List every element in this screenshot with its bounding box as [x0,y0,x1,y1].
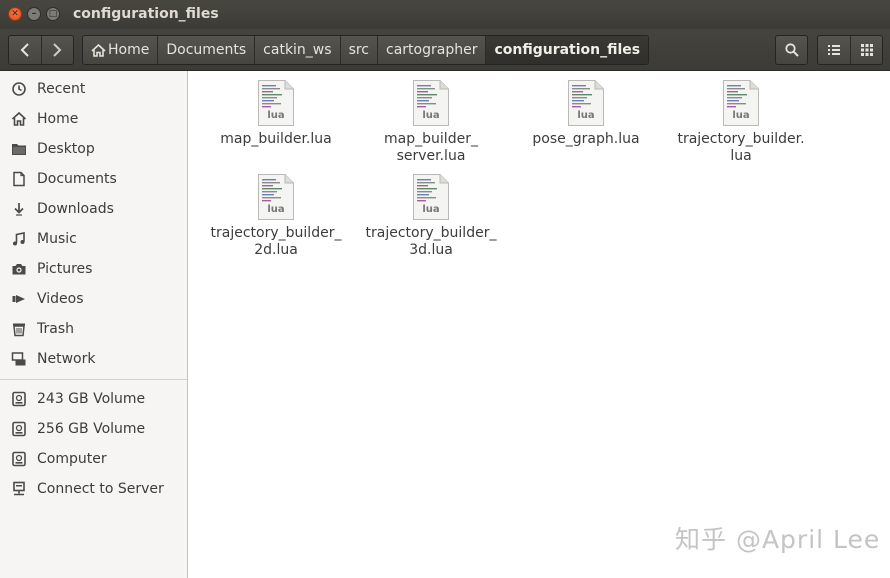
file-item[interactable]: lua trajectory_builder_ 3d.lua [356,173,506,259]
sidebar-item-recent[interactable]: Recent [0,75,187,103]
home-icon [10,110,28,128]
chevron-right-icon [53,43,62,57]
view-buttons [817,35,883,65]
clock-icon [10,80,28,98]
file-name: trajectory_builder_ 2d.lua [210,225,342,258]
breadcrumb-configuration-files[interactable]: configuration_files [486,36,649,64]
file-name: map_builder.lua [220,131,332,147]
sidebar-item-volume-256[interactable]: 256 GB Volume [0,415,187,443]
grid-view-button[interactable] [850,36,882,64]
toolbar: Home Documents catkin_ws src cartographe… [0,29,890,71]
sidebar-item-connect-to-server[interactable]: Connect to Server [0,475,187,503]
download-icon [10,200,28,218]
sidebar-divider [0,379,187,380]
file-type-badge: lua [267,110,285,121]
sidebar-item-computer[interactable]: Computer [0,445,187,473]
file-item[interactable]: lua map_builder.lua [201,79,351,148]
list-view-button[interactable] [818,36,850,64]
maximize-window-button[interactable]: □ [46,7,60,21]
sidebar-item-label: Recent [37,81,86,97]
home-icon [91,43,106,57]
file-item[interactable]: lua pose_graph.lua [511,79,661,148]
drive-icon [10,420,28,438]
sidebar-item-trash[interactable]: Trash [0,315,187,343]
minimize-icon: – [31,9,37,19]
sidebar-item-home[interactable]: Home [0,105,187,133]
forward-button[interactable] [40,36,73,64]
breadcrumb: Home Documents catkin_ws src cartographe… [82,35,650,65]
sidebar-item-label: Videos [37,291,84,307]
close-icon: ✕ [11,9,19,19]
sidebar-item-label: Desktop [37,141,95,157]
breadcrumb-documents[interactable]: Documents [158,36,256,64]
file-item[interactable]: lua map_builder_ server.lua [356,79,506,165]
chevron-left-icon [20,43,29,57]
sidebar-item-label: 256 GB Volume [37,421,146,437]
navigation-buttons [8,35,74,65]
sidebar-item-music[interactable]: Music [0,225,187,253]
file-item[interactable]: lua trajectory_builder. lua [666,79,816,165]
drive-icon [10,390,28,408]
server-icon [10,480,28,498]
sidebar-item-label: Home [37,111,79,127]
drive-icon [10,450,28,468]
file-name: trajectory_builder_ 3d.lua [365,225,497,258]
file-name: trajectory_builder. lua [677,131,805,164]
sidebar: Recent Home Desktop Documents Downloads … [0,71,188,578]
maximize-icon: □ [48,9,58,19]
sidebar-item-network[interactable]: Network [0,345,187,373]
sidebar-item-label: Trash [37,321,74,337]
file-name: pose_graph.lua [532,131,640,147]
sidebar-item-label: Network [37,351,96,367]
title-bar: ✕ – □ configuration_files [0,0,890,29]
sidebar-item-label: 243 GB Volume [37,391,146,407]
sidebar-item-downloads[interactable]: Downloads [0,195,187,223]
file-type-badge: lua [422,204,440,215]
file-type-badge: lua [732,110,750,121]
music-icon [10,230,28,248]
sidebar-item-pictures[interactable]: Pictures [0,255,187,283]
video-icon [10,290,28,308]
file-name: map_builder_ server.lua [384,131,478,164]
trash-icon [10,320,28,338]
sidebar-item-documents[interactable]: Documents [0,165,187,193]
file-type-badge: lua [422,110,440,121]
breadcrumb-home[interactable]: Home [83,36,159,64]
document-icon [10,170,28,188]
breadcrumb-cartographer[interactable]: cartographer [378,36,487,64]
sidebar-item-desktop[interactable]: Desktop [0,135,187,163]
close-window-button[interactable]: ✕ [8,7,22,21]
sidebar-item-videos[interactable]: Videos [0,285,187,313]
sidebar-item-label: Connect to Server [37,481,164,497]
network-icon [10,350,28,368]
grid-icon [860,44,873,56]
file-type-badge: lua [577,110,595,121]
file-view: lua map_builder.lua lua map_builder_ serv… [189,71,890,578]
breadcrumb-catkin-ws[interactable]: catkin_ws [255,36,341,64]
breadcrumb-src[interactable]: src [341,36,379,64]
search-button[interactable] [776,36,807,64]
list-icon [828,45,840,55]
watermark: 知乎 @April Lee [675,525,881,554]
sidebar-item-label: Computer [37,451,107,467]
minimize-window-button[interactable]: – [27,7,41,21]
sidebar-item-label: Documents [37,171,117,187]
search-icon [784,43,799,57]
sidebar-item-label: Pictures [37,261,93,277]
folder-icon [10,140,28,158]
breadcrumb-label: Home [108,42,150,58]
search-button-group [775,35,808,65]
sidebar-item-label: Downloads [37,201,114,217]
window-title: configuration_files [73,6,219,22]
back-button[interactable] [9,36,41,64]
sidebar-item-volume-243[interactable]: 243 GB Volume [0,385,187,413]
file-type-badge: lua [267,204,285,215]
camera-icon [10,260,28,278]
sidebar-item-label: Music [37,231,77,247]
file-item[interactable]: lua trajectory_builder_ 2d.lua [201,173,351,259]
